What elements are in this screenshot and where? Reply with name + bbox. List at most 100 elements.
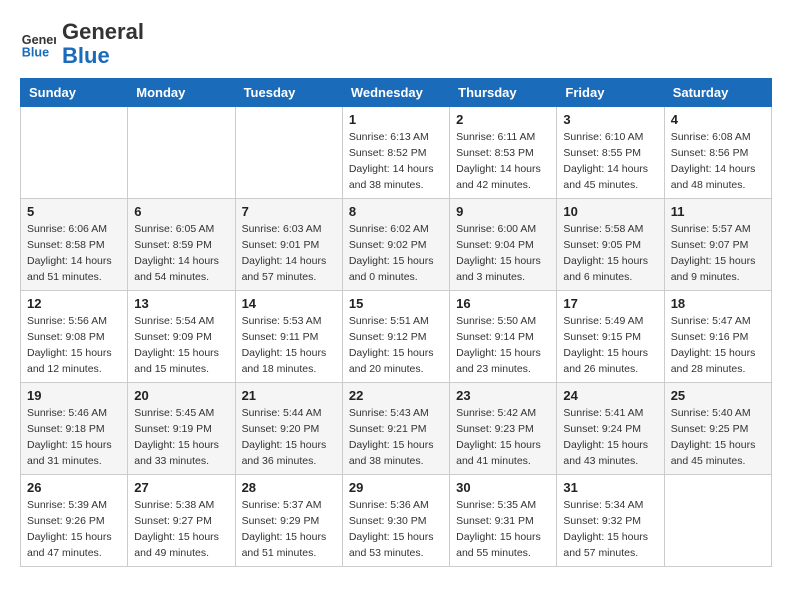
day-number: 29	[349, 480, 443, 495]
calendar-day-cell	[128, 107, 235, 199]
calendar-day-cell: 13 Sunrise: 5:54 AM Sunset: 9:09 PM Dayl…	[128, 291, 235, 383]
calendar-day-cell: 11 Sunrise: 5:57 AM Sunset: 9:07 PM Dayl…	[664, 199, 771, 291]
calendar-day-cell: 3 Sunrise: 6:10 AM Sunset: 8:55 PM Dayli…	[557, 107, 664, 199]
calendar-week-row: 26 Sunrise: 5:39 AM Sunset: 9:26 PM Dayl…	[21, 475, 772, 567]
day-number: 3	[563, 112, 657, 127]
calendar-day-cell: 31 Sunrise: 5:34 AM Sunset: 9:32 PM Dayl…	[557, 475, 664, 567]
calendar-day-cell: 24 Sunrise: 5:41 AM Sunset: 9:24 PM Dayl…	[557, 383, 664, 475]
calendar-day-cell: 16 Sunrise: 5:50 AM Sunset: 9:14 PM Dayl…	[450, 291, 557, 383]
day-info: Sunrise: 5:53 AM Sunset: 9:11 PM Dayligh…	[242, 314, 336, 377]
day-info: Sunrise: 5:39 AM Sunset: 9:26 PM Dayligh…	[27, 498, 121, 561]
day-info: Sunrise: 5:45 AM Sunset: 9:19 PM Dayligh…	[134, 406, 228, 469]
day-info: Sunrise: 5:43 AM Sunset: 9:21 PM Dayligh…	[349, 406, 443, 469]
calendar-day-cell: 1 Sunrise: 6:13 AM Sunset: 8:52 PM Dayli…	[342, 107, 449, 199]
day-info: Sunrise: 5:54 AM Sunset: 9:09 PM Dayligh…	[134, 314, 228, 377]
day-info: Sunrise: 6:06 AM Sunset: 8:58 PM Dayligh…	[27, 222, 121, 285]
weekday-header: Friday	[557, 79, 664, 107]
calendar-week-row: 5 Sunrise: 6:06 AM Sunset: 8:58 PM Dayli…	[21, 199, 772, 291]
day-info: Sunrise: 5:41 AM Sunset: 9:24 PM Dayligh…	[563, 406, 657, 469]
day-number: 18	[671, 296, 765, 311]
day-number: 31	[563, 480, 657, 495]
day-info: Sunrise: 5:42 AM Sunset: 9:23 PM Dayligh…	[456, 406, 550, 469]
calendar-day-cell	[235, 107, 342, 199]
calendar-day-cell: 29 Sunrise: 5:36 AM Sunset: 9:30 PM Dayl…	[342, 475, 449, 567]
calendar-day-cell: 30 Sunrise: 5:35 AM Sunset: 9:31 PM Dayl…	[450, 475, 557, 567]
day-info: Sunrise: 5:36 AM Sunset: 9:30 PM Dayligh…	[349, 498, 443, 561]
calendar-day-cell: 7 Sunrise: 6:03 AM Sunset: 9:01 PM Dayli…	[235, 199, 342, 291]
day-number: 7	[242, 204, 336, 219]
day-number: 1	[349, 112, 443, 127]
day-number: 15	[349, 296, 443, 311]
day-info: Sunrise: 6:11 AM Sunset: 8:53 PM Dayligh…	[456, 130, 550, 193]
day-number: 21	[242, 388, 336, 403]
day-number: 28	[242, 480, 336, 495]
calendar-day-cell: 21 Sunrise: 5:44 AM Sunset: 9:20 PM Dayl…	[235, 383, 342, 475]
calendar-day-cell: 9 Sunrise: 6:00 AM Sunset: 9:04 PM Dayli…	[450, 199, 557, 291]
weekday-header: Thursday	[450, 79, 557, 107]
day-number: 24	[563, 388, 657, 403]
day-info: Sunrise: 6:02 AM Sunset: 9:02 PM Dayligh…	[349, 222, 443, 285]
day-number: 26	[27, 480, 121, 495]
calendar-week-row: 12 Sunrise: 5:56 AM Sunset: 9:08 PM Dayl…	[21, 291, 772, 383]
day-info: Sunrise: 5:51 AM Sunset: 9:12 PM Dayligh…	[349, 314, 443, 377]
day-number: 9	[456, 204, 550, 219]
day-info: Sunrise: 6:08 AM Sunset: 8:56 PM Dayligh…	[671, 130, 765, 193]
day-number: 20	[134, 388, 228, 403]
day-info: Sunrise: 6:10 AM Sunset: 8:55 PM Dayligh…	[563, 130, 657, 193]
day-info: Sunrise: 5:35 AM Sunset: 9:31 PM Dayligh…	[456, 498, 550, 561]
day-number: 2	[456, 112, 550, 127]
day-number: 17	[563, 296, 657, 311]
day-number: 22	[349, 388, 443, 403]
calendar-day-cell: 2 Sunrise: 6:11 AM Sunset: 8:53 PM Dayli…	[450, 107, 557, 199]
calendar-day-cell: 8 Sunrise: 6:02 AM Sunset: 9:02 PM Dayli…	[342, 199, 449, 291]
day-number: 16	[456, 296, 550, 311]
day-number: 5	[27, 204, 121, 219]
calendar-day-cell: 18 Sunrise: 5:47 AM Sunset: 9:16 PM Dayl…	[664, 291, 771, 383]
day-info: Sunrise: 5:34 AM Sunset: 9:32 PM Dayligh…	[563, 498, 657, 561]
calendar-table: SundayMondayTuesdayWednesdayThursdayFrid…	[20, 78, 772, 567]
calendar-day-cell	[664, 475, 771, 567]
day-info: Sunrise: 6:00 AM Sunset: 9:04 PM Dayligh…	[456, 222, 550, 285]
day-number: 14	[242, 296, 336, 311]
weekday-header: Tuesday	[235, 79, 342, 107]
day-number: 19	[27, 388, 121, 403]
day-number: 30	[456, 480, 550, 495]
weekday-header: Monday	[128, 79, 235, 107]
page-header: General Blue GeneralBlue	[20, 20, 772, 68]
calendar-week-row: 1 Sunrise: 6:13 AM Sunset: 8:52 PM Dayli…	[21, 107, 772, 199]
day-info: Sunrise: 5:37 AM Sunset: 9:29 PM Dayligh…	[242, 498, 336, 561]
day-number: 11	[671, 204, 765, 219]
day-number: 13	[134, 296, 228, 311]
day-number: 10	[563, 204, 657, 219]
day-info: Sunrise: 5:44 AM Sunset: 9:20 PM Dayligh…	[242, 406, 336, 469]
calendar-header-row: SundayMondayTuesdayWednesdayThursdayFrid…	[21, 79, 772, 107]
calendar-day-cell: 19 Sunrise: 5:46 AM Sunset: 9:18 PM Dayl…	[21, 383, 128, 475]
calendar-day-cell: 15 Sunrise: 5:51 AM Sunset: 9:12 PM Dayl…	[342, 291, 449, 383]
day-number: 8	[349, 204, 443, 219]
calendar-day-cell: 17 Sunrise: 5:49 AM Sunset: 9:15 PM Dayl…	[557, 291, 664, 383]
day-info: Sunrise: 5:56 AM Sunset: 9:08 PM Dayligh…	[27, 314, 121, 377]
weekday-header: Sunday	[21, 79, 128, 107]
calendar-day-cell: 28 Sunrise: 5:37 AM Sunset: 9:29 PM Dayl…	[235, 475, 342, 567]
day-number: 23	[456, 388, 550, 403]
logo: General Blue GeneralBlue	[20, 20, 144, 68]
calendar-day-cell: 14 Sunrise: 5:53 AM Sunset: 9:11 PM Dayl…	[235, 291, 342, 383]
day-number: 6	[134, 204, 228, 219]
svg-text:Blue: Blue	[22, 46, 49, 60]
logo-icon: General Blue	[20, 26, 56, 62]
day-info: Sunrise: 5:49 AM Sunset: 9:15 PM Dayligh…	[563, 314, 657, 377]
day-info: Sunrise: 5:40 AM Sunset: 9:25 PM Dayligh…	[671, 406, 765, 469]
day-info: Sunrise: 6:13 AM Sunset: 8:52 PM Dayligh…	[349, 130, 443, 193]
day-info: Sunrise: 6:05 AM Sunset: 8:59 PM Dayligh…	[134, 222, 228, 285]
day-number: 25	[671, 388, 765, 403]
weekday-header: Saturday	[664, 79, 771, 107]
day-number: 12	[27, 296, 121, 311]
calendar-day-cell: 12 Sunrise: 5:56 AM Sunset: 9:08 PM Dayl…	[21, 291, 128, 383]
day-info: Sunrise: 6:03 AM Sunset: 9:01 PM Dayligh…	[242, 222, 336, 285]
calendar-day-cell: 27 Sunrise: 5:38 AM Sunset: 9:27 PM Dayl…	[128, 475, 235, 567]
day-number: 27	[134, 480, 228, 495]
calendar-day-cell	[21, 107, 128, 199]
day-info: Sunrise: 5:38 AM Sunset: 9:27 PM Dayligh…	[134, 498, 228, 561]
logo-text: GeneralBlue	[62, 20, 144, 68]
calendar-day-cell: 26 Sunrise: 5:39 AM Sunset: 9:26 PM Dayl…	[21, 475, 128, 567]
